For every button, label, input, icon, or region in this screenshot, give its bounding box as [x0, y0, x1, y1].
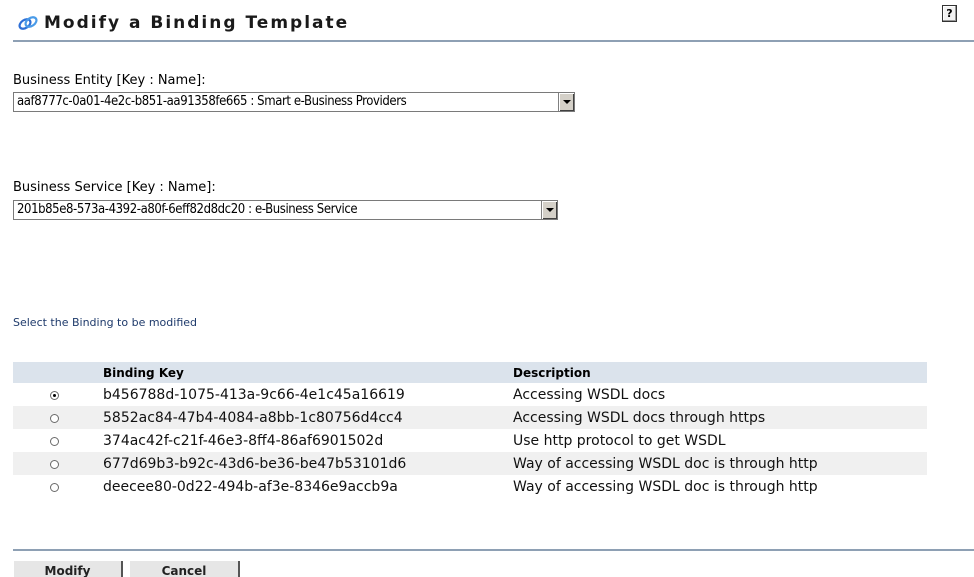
table-row[interactable]: deecee80-0d22-494b-af3e-8346e9accb9a Way…: [13, 475, 927, 498]
column-header-binding-key: Binding Key: [103, 362, 513, 383]
cancel-button[interactable]: Cancel: [129, 561, 240, 577]
description-cell: Way of accessing WSDL doc is through htt…: [513, 452, 927, 475]
header-divider: [13, 40, 974, 42]
binding-key-cell: 677d69b3-b92c-43d6-be36-be47b53101d6: [103, 452, 513, 475]
modify-button[interactable]: Modify: [13, 561, 123, 577]
description-cell: Accessing WSDL docs: [513, 386, 666, 403]
column-header-description: Description: [513, 362, 927, 383]
business-service-value: 201b85e8-573a-4392-a80f-6eff82d8dc20 : e…: [17, 202, 358, 217]
table-row[interactable]: b456788d-1075-413a-9c66-4e1c45a16619 Acc…: [13, 383, 927, 406]
table-row[interactable]: 677d69b3-b92c-43d6-be36-be47b53101d6 Way…: [13, 452, 927, 475]
business-entity-value: aaf8777c-0a01-4e2c-b851-aa91358fe665 : S…: [17, 94, 407, 109]
binding-key-cell: 5852ac84-47b4-4084-a8bb-1c80756d4cc4: [103, 406, 513, 429]
binding-radio[interactable]: [50, 413, 59, 423]
page-header: Modify a Binding Template: [13, 8, 973, 38]
instruction-text: Select the Binding to be modified: [13, 316, 197, 329]
help-button[interactable]: ?: [942, 5, 957, 22]
help-icon: ?: [946, 7, 953, 20]
page-title: Modify a Binding Template: [44, 13, 350, 33]
description-cell: Use http protocol to get WSDL: [513, 432, 726, 449]
business-entity-select[interactable]: aaf8777c-0a01-4e2c-b851-aa91358fe665 : S…: [13, 92, 575, 112]
binding-key-cell: b456788d-1075-413a-9c66-4e1c45a16619: [103, 386, 405, 403]
description-cell: Way of accessing WSDL doc is through htt…: [513, 478, 818, 495]
binding-radio-selected[interactable]: [50, 390, 59, 400]
binding-template-icon: [17, 12, 39, 34]
page: Modify a Binding Template ? Business Ent…: [0, 0, 974, 577]
description-cell: Accessing WSDL docs through https: [513, 406, 927, 429]
footer-divider: [13, 549, 974, 551]
business-entity-label: Business Entity [Key : Name]:: [13, 73, 206, 88]
column-header-select: [13, 362, 103, 383]
table-row[interactable]: 374ac42f-c21f-46e3-8ff4-86af6901502d Use…: [13, 429, 927, 452]
binding-table: Binding Key Description b456788d-1075-41…: [13, 362, 927, 498]
binding-key-cell: deecee80-0d22-494b-af3e-8346e9accb9a: [103, 478, 398, 495]
table-header-row: Binding Key Description: [13, 362, 927, 383]
table-row[interactable]: 5852ac84-47b4-4084-a8bb-1c80756d4cc4 Acc…: [13, 406, 927, 429]
business-service-label: Business Service [Key : Name]:: [13, 180, 216, 195]
binding-key-cell: 374ac42f-c21f-46e3-8ff4-86af6901502d: [103, 432, 384, 449]
binding-radio[interactable]: [50, 459, 59, 469]
business-service-select[interactable]: 201b85e8-573a-4392-a80f-6eff82d8dc20 : e…: [13, 200, 558, 220]
chevron-down-icon[interactable]: [558, 93, 574, 111]
binding-radio[interactable]: [50, 482, 59, 492]
binding-radio[interactable]: [50, 436, 59, 446]
chevron-down-icon[interactable]: [541, 201, 557, 219]
